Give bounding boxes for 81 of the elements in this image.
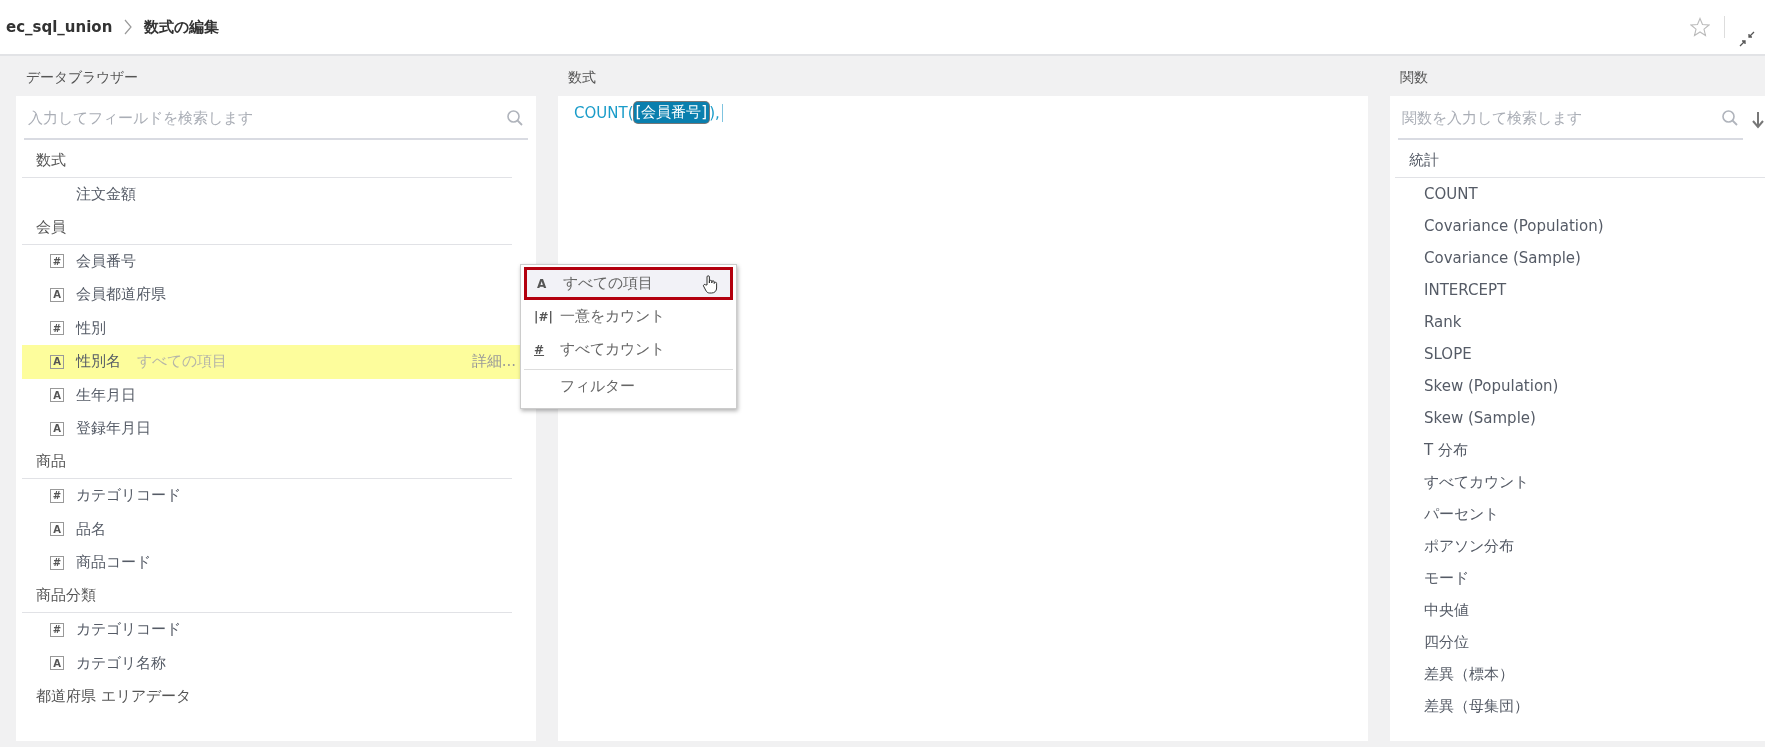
group-header: 都道府県 エリアデータ — [35, 686, 192, 708]
number-type-icon: # — [50, 321, 64, 336]
function-item[interactable]: パーセント — [1390, 498, 1765, 530]
menu-item-icon: A — [537, 276, 563, 291]
panel-title: 数式 — [567, 68, 597, 87]
function-item[interactable]: Rank — [1390, 306, 1765, 338]
number-type-icon: # — [50, 555, 64, 570]
search-icon[interactable] — [1721, 109, 1739, 127]
field-item[interactable]: 注文金額 — [22, 177, 522, 211]
field-name: 注文金額 — [76, 184, 136, 204]
field-item[interactable]: # 商品コード — [22, 546, 522, 580]
text-type-icon: A — [50, 656, 64, 671]
panel-title: データブラウザー — [25, 68, 139, 87]
field-item[interactable]: A 登録年月日 — [22, 412, 522, 446]
menu-item-icon: # — [534, 342, 560, 357]
menu-item[interactable]: フィルター — [524, 369, 733, 402]
menu-item-icon: |#| — [534, 309, 560, 324]
function-item[interactable]: Covariance (Population) — [1390, 210, 1765, 242]
function-item[interactable]: INTERCEPT — [1390, 274, 1765, 306]
download-icon[interactable] — [1751, 110, 1765, 130]
function-item[interactable]: 四分位 — [1390, 626, 1765, 658]
function-item[interactable]: モード — [1390, 562, 1765, 594]
menu-item[interactable]: |#| 一意をカウント — [524, 300, 733, 333]
function-item[interactable]: 差異（母集団） — [1390, 690, 1765, 722]
text-type-icon: A — [50, 287, 64, 302]
text-type-icon: A — [50, 388, 64, 403]
field-name: 登録年月日 — [76, 419, 151, 439]
field-item[interactable]: A 生年月日 — [22, 378, 522, 412]
function-item[interactable]: SLOPE — [1390, 338, 1765, 370]
field-item[interactable]: A カテゴリ名称 — [22, 646, 522, 680]
function-item[interactable]: Skew (Sample) — [1390, 402, 1765, 434]
group-header: 数式 — [22, 144, 512, 178]
aggregation-label: すべての項目 — [137, 352, 227, 372]
function-item[interactable]: T 分布 — [1390, 434, 1765, 466]
group-header: 商品 — [22, 445, 512, 479]
function-item[interactable]: ポアソン分布 — [1390, 530, 1765, 562]
field-item[interactable]: # 会員番号 — [22, 244, 522, 278]
function-item[interactable]: Skew (Population) — [1390, 370, 1765, 402]
field-name: 会員番号 — [76, 251, 136, 271]
text-type-icon: A — [50, 522, 64, 537]
text-type-icon: A — [50, 354, 64, 369]
number-type-icon: # — [50, 254, 64, 269]
group-header: 会員 — [22, 211, 512, 245]
star-icon[interactable] — [1690, 17, 1710, 37]
breadcrumb-item: 数式の編集 — [144, 17, 220, 37]
menu-item[interactable]: # すべてカウント — [524, 333, 733, 366]
field-name: 性別名 — [76, 352, 121, 372]
chevron-right-icon — [124, 19, 133, 35]
field-name: 性別 — [76, 318, 106, 338]
field-name: カテゴリコード — [76, 486, 181, 506]
panel-title: 関数 — [1399, 68, 1429, 87]
breadcrumb-item[interactable]: ec_sql_union — [6, 18, 113, 36]
search-field[interactable]: 入力してフィールドを検索します — [24, 103, 506, 133]
hand-cursor-icon — [702, 273, 718, 294]
field-item[interactable]: A 品名 — [22, 512, 522, 546]
field-item[interactable]: A 性別名 すべての項目 詳細... — [22, 345, 522, 379]
search-icon[interactable] — [506, 109, 524, 127]
menu-item[interactable]: A すべての項目 — [524, 267, 733, 300]
search-field[interactable]: 関数を入力して検索します — [1398, 103, 1721, 133]
field-name: 商品コード — [76, 553, 151, 573]
number-type-icon: # — [50, 488, 64, 503]
field-item[interactable]: # カテゴリコード — [22, 479, 522, 513]
collapse-icon[interactable] — [1739, 31, 1755, 47]
function-item[interactable]: すべてカウント — [1390, 466, 1765, 498]
field-name: カテゴリ名称 — [76, 653, 166, 673]
function-item[interactable]: Covariance (Sample) — [1390, 242, 1765, 274]
field-name: 品名 — [76, 519, 106, 539]
group-header: 商品分類 — [22, 579, 512, 613]
field-name: 会員都道府県 — [76, 285, 166, 305]
function-item[interactable]: 差異（標本） — [1390, 658, 1765, 690]
field-item[interactable]: # カテゴリコード — [22, 613, 522, 647]
function-item[interactable]: COUNT — [1390, 178, 1765, 210]
category-header: 統計 — [1395, 144, 1765, 178]
field-item[interactable]: A 会員都道府県 — [22, 278, 522, 312]
function-item[interactable]: 中央値 — [1390, 594, 1765, 626]
number-type-icon: # — [50, 622, 64, 637]
text-type-icon: A — [50, 421, 64, 436]
field-name: カテゴリコード — [76, 620, 181, 640]
field-item[interactable]: # 性別 — [22, 311, 522, 345]
formula-editor[interactable]: COUNT([会員番号]), — [558, 96, 1368, 129]
field-name: 生年月日 — [76, 385, 136, 405]
